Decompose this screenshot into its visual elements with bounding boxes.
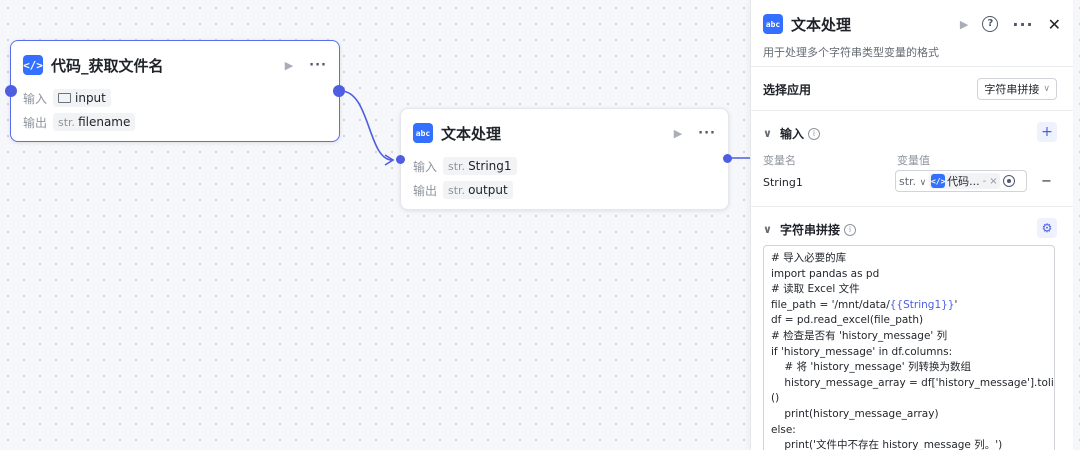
code-line: if 'history_message' in df.columns: [771,345,953,358]
concat-template-editor[interactable]: # 导入必要的库 import pandas as pd # 读取 Excel 文件… [763,245,1055,450]
output-label: 输出 [23,115,48,130]
var-type-select[interactable]: str. ∨ [899,175,926,188]
code-line: # 检查是否有 'history_message' 列 [771,329,948,342]
panel-header: abc 文本处理 ▶ ? ··· ✕ [763,12,1061,36]
node-title: 文本处理 [441,124,502,143]
text-node-output-port[interactable] [723,154,732,163]
code-node-input-port[interactable] [5,85,17,97]
col-var-value: 变量值 [897,154,930,167]
var-type: str. [899,174,917,188]
code-icon: </> [931,174,945,188]
input-section-header[interactable]: ∨ 输入 i [763,125,820,142]
code-line: # 导入必要的库 [771,252,847,264]
input-label: 输入 [23,91,48,106]
node-input-row: 输入 str. String1 [413,157,517,175]
chevron-down-icon: ∨ [919,177,927,188]
output-value: output [468,183,508,197]
close-icon[interactable]: ✕ [1048,15,1061,34]
input-value: String1 [468,159,512,173]
chevron-down-icon: ∨ [1043,84,1050,94]
target-icon[interactable] [1002,175,1015,187]
more-icon[interactable]: ··· [698,126,716,141]
divider [751,110,1073,111]
node-header: abc 文本处理 ▶ ··· [413,121,716,145]
node-text-process[interactable]: abc 文本处理 ▶ ··· 输入 str. String1 输出 str. o… [400,108,729,210]
plus-icon: + [1041,124,1053,140]
select-app-value: 字符串拼接 [984,83,1040,96]
var-value-field[interactable]: str. ∨ </> 代码... - × [895,170,1027,192]
input-label: 输入 [413,159,438,174]
code-line: history_message_array = df['history_mess… [771,376,1055,389]
code-line: else: [771,423,796,436]
gear-icon: ⚙ [1041,221,1053,235]
input-section-title: 输入 [779,127,804,141]
output-type: str. [58,115,76,129]
code-line: import pandas as pd [771,267,880,280]
node-title: 代码_获取文件名 [51,56,164,75]
code-line: () [771,392,780,405]
code-line: file_path = '/mnt/data/{{String1}}' [771,298,958,311]
output-label: 输出 [413,183,438,198]
var-ref-sep: - [982,175,987,187]
input-tag: str. String1 [443,157,517,175]
folder-icon [58,93,71,103]
text-process-icon: abc [413,123,433,143]
edge-code-to-text[interactable] [340,90,393,161]
play-icon[interactable]: ▶ [285,59,293,72]
chevron-down-icon: ∨ [763,127,772,140]
var-ref: 代码... [947,175,980,188]
node-output-row: 输出 str. filename [23,113,136,131]
code-line: # 读取 Excel 文件 [771,283,860,296]
var-name: String1 [763,176,803,189]
node-output-row: 输出 str. output [413,181,513,199]
code-line: # 将 'history_message' 列转换为数组 [771,361,971,374]
input-type: str. [448,159,466,173]
concat-settings-button[interactable]: ⚙ [1037,218,1057,238]
chevron-down-icon: ∨ [763,223,772,236]
output-type: str. [448,183,466,197]
divider [751,66,1073,67]
panel-title: 文本处理 [791,15,852,34]
concat-section-header[interactable]: ∨ 字符串拼接 i [763,221,856,238]
input-tag: input [53,89,111,107]
more-icon[interactable]: ··· [1012,15,1033,34]
play-icon[interactable]: ▶ [960,18,968,31]
output-value: filename [78,115,131,129]
clear-icon[interactable]: × [989,176,997,187]
node-code-get-filename[interactable]: </> 代码_获取文件名 ▶ ··· 输入 input 输出 str. file… [10,40,340,142]
code-line: print(history_message_array) [771,407,939,420]
node-input-row: 输入 input [23,89,111,107]
select-app-dropdown[interactable]: 字符串拼接 ∨ [977,78,1057,100]
text-process-icon: abc [763,14,783,34]
input-value: input [75,91,106,105]
panel-description: 用于处理多个字符串类型变量的格式 [763,46,939,59]
code-icon: </> [23,55,43,75]
variable-reference: {{String1}} [889,298,955,311]
output-tag: str. filename [53,113,136,131]
remove-variable-button[interactable]: − [1041,174,1052,189]
play-icon[interactable]: ▶ [674,127,682,140]
code-node-output-port[interactable] [333,85,345,97]
divider [751,206,1073,207]
more-icon[interactable]: ··· [309,58,327,73]
output-tag: str. output [443,181,513,199]
node-header: </> 代码_获取文件名 ▶ ··· [23,53,327,77]
code-line: df = pd.read_excel(file_path) [771,314,924,327]
node-settings-panel: abc 文本处理 ▶ ? ··· ✕ 用于处理多个字符串类型变量的格式 选择应用… [750,0,1073,450]
add-variable-button[interactable]: + [1037,122,1057,142]
var-ref-chip[interactable]: </> 代码... - × [929,173,1000,189]
code-line: print('文件中不存在 history_message 列。') [771,439,1003,450]
concat-section-title: 字符串拼接 [779,223,840,237]
info-icon[interactable]: i [807,127,820,140]
col-var-name: 变量名 [763,154,796,167]
help-icon[interactable]: ? [982,16,999,32]
text-node-input-port[interactable] [396,155,405,164]
info-icon[interactable]: i [843,223,856,236]
select-app-label: 选择应用 [763,83,812,97]
